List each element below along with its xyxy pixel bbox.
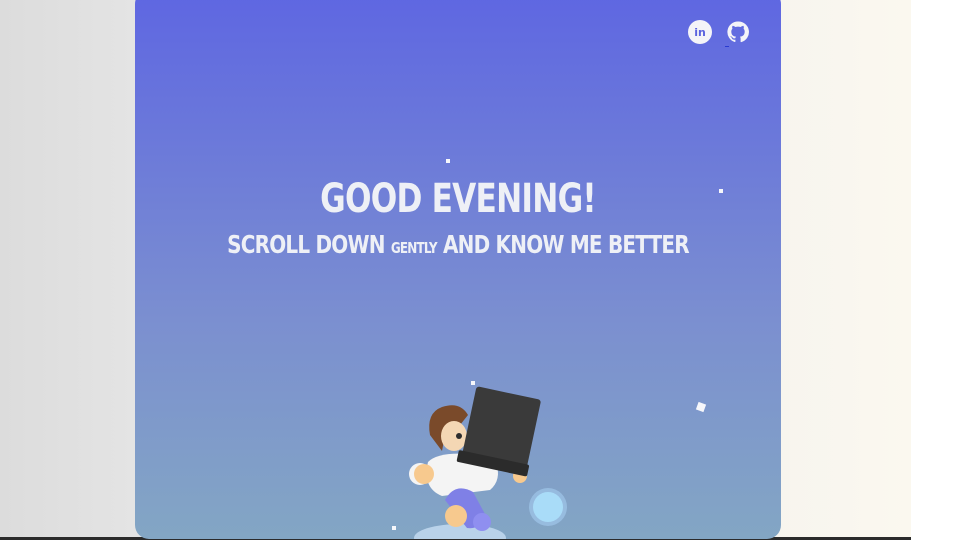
sparkle xyxy=(719,189,723,193)
page-subtitle: SCROLL DOWN GENTLY AND KNOW ME BETTER xyxy=(200,230,717,259)
sparkle xyxy=(695,401,707,413)
sparkle xyxy=(446,159,450,163)
github-link[interactable] xyxy=(726,20,750,44)
subtitle-part-1: SCROLL DOWN xyxy=(227,230,385,259)
linkedin-icon: in xyxy=(694,25,706,39)
subtitle-emphasis: GENTLY xyxy=(390,239,438,257)
hero-panel: in GOOD EVENING! SCROLL DOWN GENTLY AND … xyxy=(135,0,781,539)
github-icon xyxy=(727,21,749,43)
person-with-laptop-illustration xyxy=(409,386,567,539)
linkedin-link[interactable]: in xyxy=(688,20,712,44)
github-link-underline xyxy=(725,46,729,47)
page-title: GOOD EVENING! xyxy=(320,176,596,222)
subtitle-part-2: AND KNOW ME BETTER xyxy=(442,230,690,259)
